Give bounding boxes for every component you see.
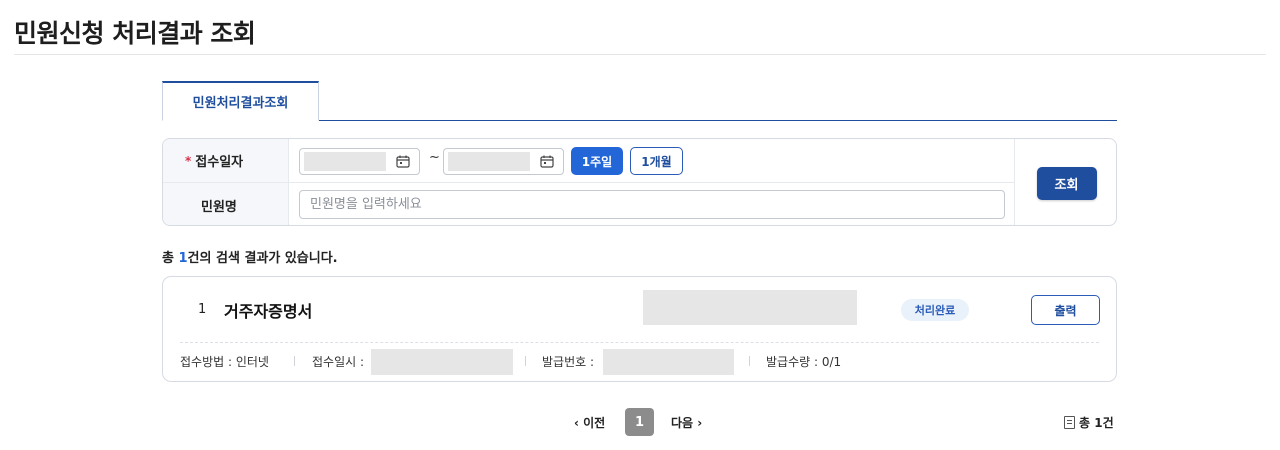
issue-quantity: 발급수량 : 0/1	[766, 355, 842, 369]
card-divider	[180, 342, 1099, 343]
print-button[interactable]: 출력	[1031, 295, 1100, 325]
received-date-row: * 접수일자 ~ 1주일 1개월	[163, 139, 1014, 183]
result-card: 1 거주자증명서 처리완료 출력 접수방법 : 인터넷 접수일시 : 발급번호 …	[162, 276, 1117, 382]
tab-petition-result[interactable]: 민원처리결과조회	[162, 81, 319, 121]
received-datetime-value	[371, 349, 513, 375]
result-summary-suffix: 건의 검색 결과가 있습니다.	[187, 251, 338, 266]
meta-separator	[749, 356, 750, 366]
issue-number-label: 발급번호 :	[542, 355, 595, 369]
required-mark: *	[185, 153, 192, 168]
pagination-current-page[interactable]: 1	[625, 408, 654, 436]
petition-name-label: 민원명	[163, 183, 289, 225]
received-datetime-label: 접수일시 :	[312, 355, 365, 369]
meta-separator	[294, 356, 295, 366]
result-title[interactable]: 거주자증명서	[224, 298, 312, 322]
redacted-info	[643, 290, 857, 325]
date-from-value	[304, 152, 386, 171]
date-to-input[interactable]	[443, 148, 564, 175]
result-number: 1	[198, 302, 207, 317]
result-summary-prefix: 총	[162, 251, 179, 266]
title-divider	[14, 54, 1266, 55]
calendar-icon[interactable]	[396, 155, 410, 168]
search-form: * 접수일자 ~ 1주일 1개월 민원명 민원명을 입력하세요 조회	[162, 138, 1117, 226]
issue-number-value	[603, 349, 734, 375]
received-date-label-cell: * 접수일자	[163, 139, 289, 182]
pagination-prev[interactable]: ‹ 이전	[574, 414, 605, 431]
document-icon	[1064, 416, 1075, 429]
petition-name-row: 민원명	[163, 183, 1014, 225]
calendar-icon[interactable]	[540, 155, 554, 168]
receipt-method: 접수방법 : 인터넷	[180, 355, 269, 369]
status-badge: 처리완료	[901, 299, 969, 321]
page-title: 민원신청 처리결과 조회	[14, 19, 256, 48]
received-date-label: 접수일자	[195, 155, 244, 170]
petition-name-input[interactable]	[299, 190, 1005, 219]
meta-separator	[525, 356, 526, 366]
pagination-next[interactable]: 다음 ›	[671, 414, 702, 431]
date-range-separator: ~	[429, 150, 440, 165]
tab-bar: 민원처리결과조회	[162, 81, 1117, 121]
search-button-cell: 조회	[1014, 139, 1116, 225]
period-1month-button[interactable]: 1개월	[630, 147, 683, 175]
period-1week-button[interactable]: 1주일	[571, 147, 623, 175]
search-button[interactable]: 조회	[1036, 166, 1097, 200]
date-to-value	[448, 152, 530, 171]
date-from-input[interactable]	[299, 148, 420, 175]
pagination-total: 총 1건	[1064, 414, 1114, 431]
total-count: 총 1건	[1079, 416, 1114, 430]
result-summary: 총 1건의 검색 결과가 있습니다.	[162, 247, 338, 266]
result-count: 1	[178, 251, 188, 266]
